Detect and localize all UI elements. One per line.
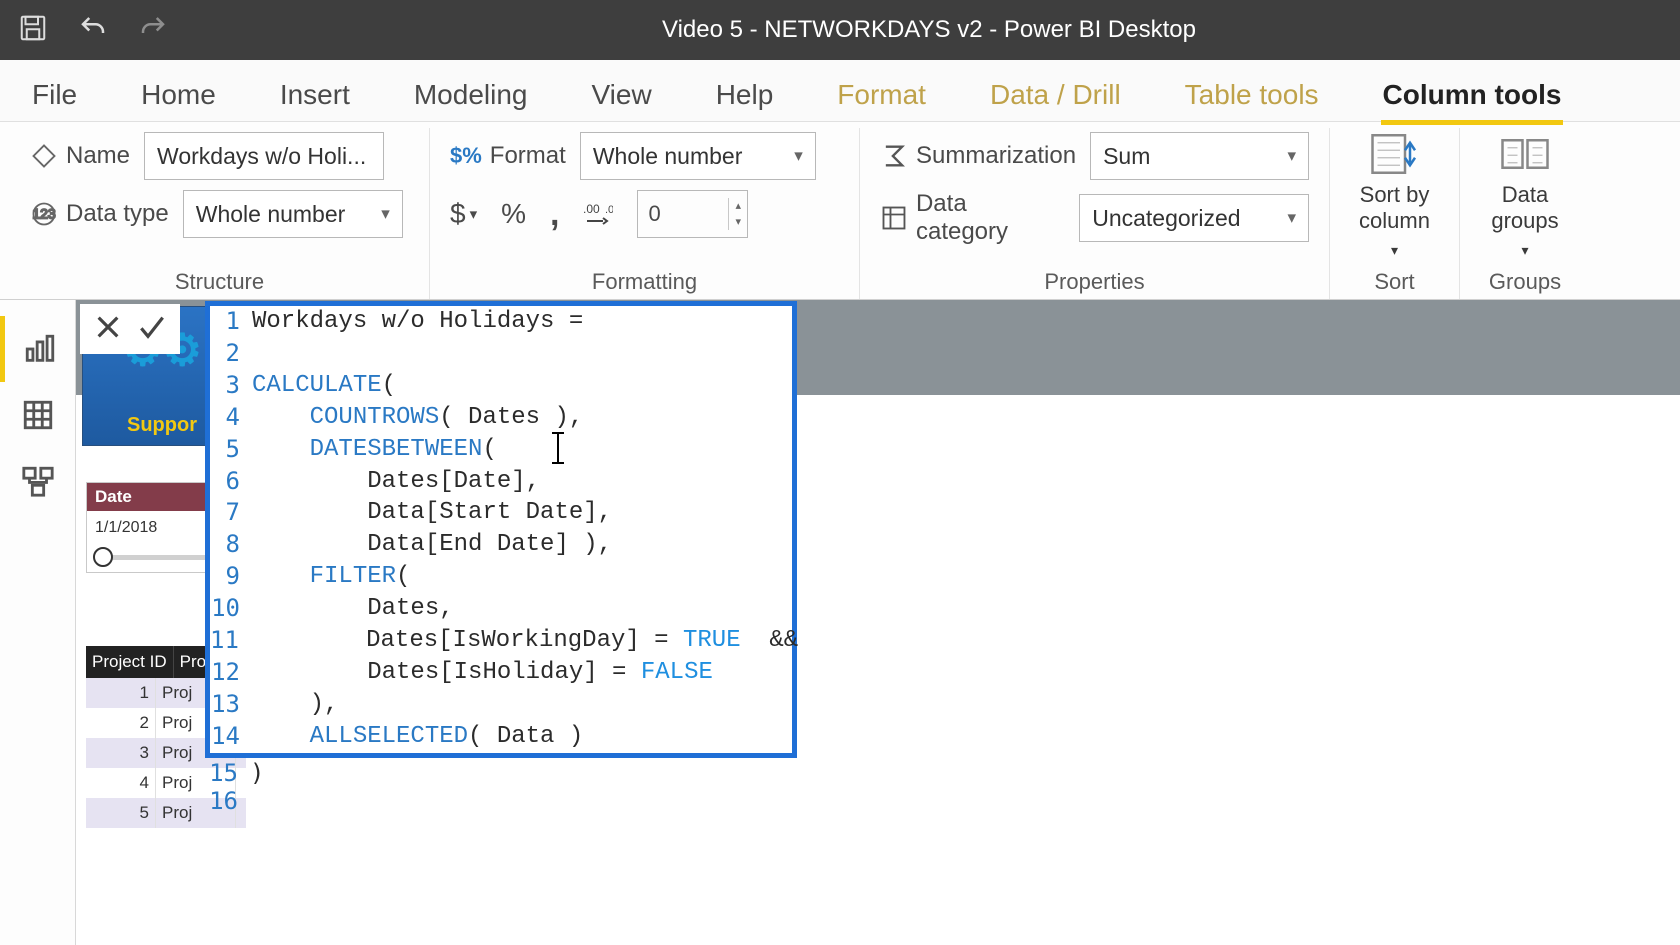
tab-file[interactable]: File (30, 79, 79, 121)
quick-access-toolbar (18, 13, 168, 48)
table-header[interactable]: Project ID (86, 646, 174, 678)
report-view-icon[interactable] (0, 316, 75, 382)
commit-formula-icon[interactable] (136, 311, 168, 348)
group-label-structure: Structure (30, 269, 409, 299)
ribbon-group-structure: Name Workdays w/o Holi... 123 Data type … (10, 128, 430, 299)
decimals-spinner[interactable]: 0 ▴▾ (637, 190, 748, 238)
category-label: Data category (880, 190, 1065, 246)
currency-button[interactable]: $▾ (450, 198, 477, 230)
report-canvas[interactable]: ⚙⚙ Suppor Date 1/1/2018 Project IDProj1P… (76, 300, 1680, 945)
sort-by-column-button[interactable]: Sort by column ▾ (1350, 132, 1439, 261)
group-label-sort: Sort (1350, 269, 1439, 299)
data-groups-button[interactable]: Data groups ▾ (1480, 132, 1570, 261)
save-icon[interactable] (18, 13, 48, 48)
ribbon-group-groups: Data groups ▾ Groups (1460, 128, 1590, 299)
datatype-select[interactable]: Whole number▾ (183, 190, 403, 238)
tab-insert[interactable]: Insert (278, 79, 352, 121)
cancel-formula-icon[interactable] (92, 311, 124, 348)
dax-formula-trailing[interactable]: 15)16 (208, 759, 264, 815)
ribbon-tabs: File Home Insert Modeling View Help Format Data… (0, 60, 1680, 122)
tab-view[interactable]: View (590, 79, 654, 121)
tab-column-tools[interactable]: Column tools (1381, 79, 1564, 121)
group-label-formatting: Formatting (450, 269, 839, 299)
formula-bar-buttons (80, 304, 180, 354)
text-cursor (557, 435, 559, 461)
summarization-select[interactable]: Sum▾ (1090, 132, 1309, 180)
data-view-icon[interactable] (0, 382, 75, 448)
view-switcher (0, 300, 76, 945)
group-label-groups: Groups (1480, 269, 1570, 299)
redo-icon[interactable] (138, 13, 168, 48)
tab-table-tools[interactable]: Table tools (1183, 79, 1321, 121)
ribbon: Name Workdays w/o Holi... 123 Data type … (0, 122, 1680, 300)
thousand-sep-button[interactable]: , (550, 195, 559, 234)
title-bar: Video 5 - NETWORKDAYS v2 - Power BI Desk… (0, 0, 1680, 60)
column-name-input[interactable]: Workdays w/o Holi... (144, 132, 384, 180)
name-label: Name (30, 142, 130, 170)
window-title: Video 5 - NETWORKDAYS v2 - Power BI Desk… (196, 16, 1662, 44)
svg-text:.00: .00 (583, 202, 600, 216)
group-label-properties: Properties (880, 269, 1309, 299)
tab-format[interactable]: Format (835, 79, 928, 121)
tab-data-drill[interactable]: Data / Drill (988, 79, 1123, 121)
percent-button[interactable]: % (501, 198, 526, 230)
slicer-track[interactable] (95, 555, 223, 560)
datatype-label: 123 Data type (30, 200, 169, 228)
tab-help[interactable]: Help (714, 79, 776, 121)
svg-text:.0: .0 (605, 204, 613, 216)
format-label: $% Format (450, 142, 566, 170)
ribbon-group-formatting: $% Format Whole number▾ $▾ % , .00.0 0 (430, 128, 860, 299)
ribbon-group-properties: Summarization Sum▾ Data category Uncateg… (860, 128, 1330, 299)
format-select[interactable]: Whole number▾ (580, 132, 816, 180)
tab-home[interactable]: Home (139, 79, 218, 121)
svg-text:123: 123 (32, 206, 56, 222)
slicer-handle[interactable] (93, 547, 113, 567)
undo-icon[interactable] (78, 13, 108, 48)
ribbon-group-sort: Sort by column ▾ Sort (1330, 128, 1460, 299)
model-view-icon[interactable] (0, 448, 75, 514)
dax-formula-editor[interactable]: 1Workdays w/o Holidays = 23CALCULATE(4 C… (206, 302, 796, 757)
spin-down-icon[interactable]: ▾ (729, 214, 747, 230)
category-select[interactable]: Uncategorized▾ (1079, 194, 1309, 242)
summarization-label: Summarization (880, 142, 1076, 170)
decimals-icon[interactable]: .00 .0 (583, 201, 613, 227)
tab-modeling[interactable]: Modeling (412, 79, 530, 121)
canvas-area: ⚙⚙ Suppor Date 1/1/2018 Project IDProj1P… (0, 300, 1680, 945)
spin-up-icon[interactable]: ▴ (729, 198, 747, 214)
